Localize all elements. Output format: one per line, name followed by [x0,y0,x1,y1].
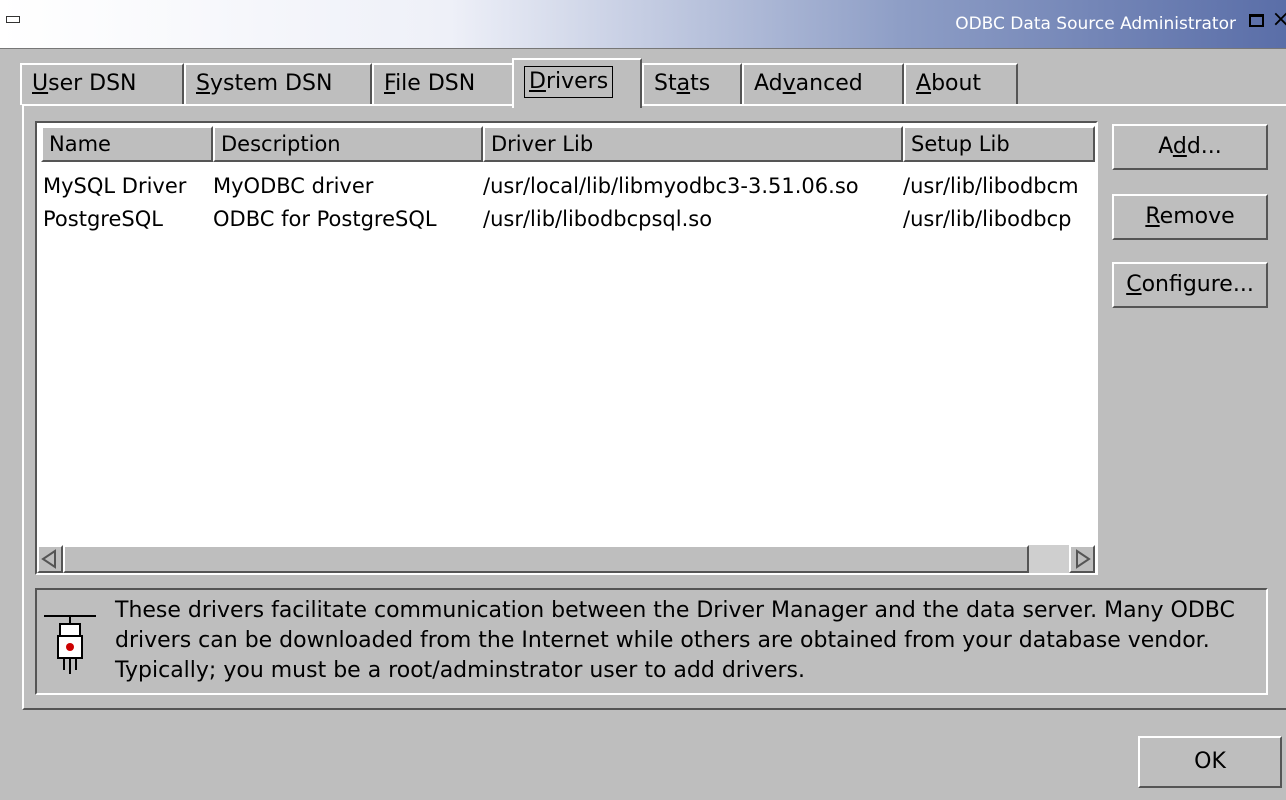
column-header-description[interactable]: Description [213,126,483,162]
ok-button[interactable]: OK [1138,736,1282,788]
info-panel: These drivers facilitate communication b… [35,588,1268,695]
odbc-admin-window: ODBC Data Source Administrator × User DS… [0,0,1286,800]
tab-label: bout [931,71,982,96]
tab-mnemonic: D [529,69,546,94]
button-label: d... [1186,134,1222,159]
add-button[interactable]: Add... [1112,124,1268,170]
remove-button[interactable]: Remove [1112,194,1268,240]
tab-file-dsn[interactable]: File DSN [372,63,514,105]
scroll-right-icon[interactable] [1069,545,1095,573]
cell-name: PostgreSQL [43,207,163,231]
column-header-driver-lib[interactable]: Driver Lib [483,126,903,162]
tab-about[interactable]: About [904,63,1018,105]
button-label: emove [1159,204,1235,229]
cell-driver-lib: /usr/lib/libodbcpsql.so [483,207,713,231]
tab-advanced[interactable]: Advanced [742,63,904,105]
drivers-list[interactable]: Name Description Driver Lib Setup Lib My… [35,121,1098,575]
cell-setup-lib: /usr/lib/libodbcp [903,207,1072,231]
scroll-left-icon[interactable] [37,545,63,573]
horizontal-scrollbar[interactable] [37,545,1095,573]
maximize-icon[interactable] [1249,14,1264,27]
column-header-setup-lib[interactable]: Setup Lib [903,126,1095,162]
list-header: Name Description Driver Lib Setup Lib [41,126,1096,162]
column-header-name[interactable]: Name [41,126,213,162]
tab-label: ser DSN [48,71,137,96]
tab-mnemonic: S [196,71,210,96]
button-mnemonic: C [1126,272,1142,297]
tab-user-dsn[interactable]: User DSN [20,63,184,105]
tab-mnemonic: a [676,71,691,96]
title-bar[interactable]: ODBC Data Source Administrator × [0,0,1286,49]
button-label: A [1158,134,1173,159]
configure-button[interactable]: Configure... [1112,262,1268,308]
close-icon[interactable]: × [1272,9,1286,31]
cell-setup-lib: /usr/lib/libodbcm [903,174,1079,198]
tab-label: St [654,71,677,96]
window-title: ODBC Data Source Administrator [955,14,1236,34]
tab-stats[interactable]: Stats [642,63,742,105]
cell-name: MySQL Driver [43,174,187,198]
tab-mnemonic: U [32,71,49,96]
button-label: onfigure... [1141,272,1254,297]
scroll-thumb[interactable] [63,545,1029,573]
plug-icon [44,615,96,674]
tab-label: Ad [754,71,783,96]
cell-description: MyODBC driver [213,174,374,198]
tab-label: ile DSN [395,71,476,96]
tab-label: ts [690,71,711,96]
info-text: These drivers facilitate communication b… [115,598,1235,683]
window-menu-icon[interactable] [6,16,20,23]
tab-label: rivers [545,69,609,94]
tab-mnemonic: F [384,71,396,96]
tab-system-dsn[interactable]: System DSN [184,63,372,105]
tab-mnemonic: A [916,71,932,96]
tab-label: ystem DSN [209,71,333,96]
tab-mnemonic: v [782,71,796,96]
tab-drivers[interactable]: Drivers [512,58,642,108]
button-mnemonic: d [1172,134,1187,159]
button-mnemonic: R [1145,204,1160,229]
tab-label: anced [795,71,863,96]
cell-description: ODBC for PostgreSQL [213,207,437,231]
cell-driver-lib: /usr/local/lib/libmyodbc3-3.51.06.so [483,174,859,198]
